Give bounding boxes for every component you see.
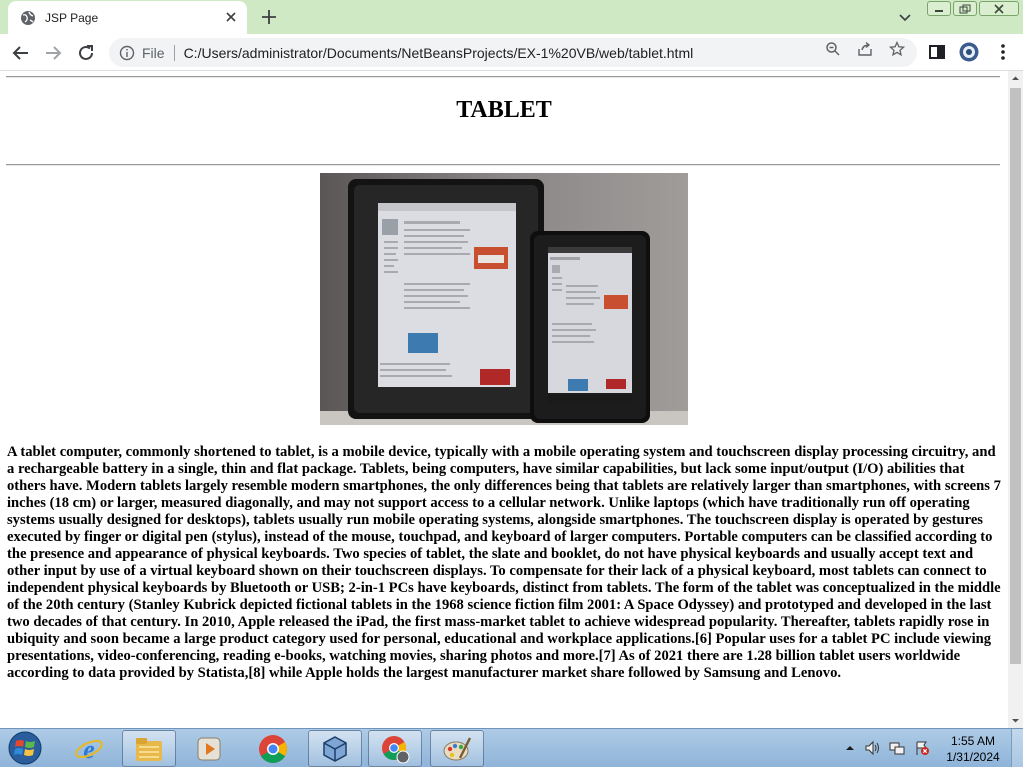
scroll-down-arrow-icon[interactable] [1008,713,1023,728]
windows-start-button[interactable] [5,730,45,767]
taskbar-app-paint[interactable] [430,730,484,767]
system-clock[interactable]: 1:55 AM 1/31/2024 [940,733,1006,765]
forward-arrow-icon[interactable] [43,43,63,63]
paint-icon [443,736,472,760]
scroll-up-arrow-icon[interactable] [1008,71,1023,86]
taskbar-app-media-player[interactable] [182,730,236,767]
bookmark-star-icon[interactable] [889,41,905,57]
info-icon[interactable] [119,45,135,61]
window-close-icon [994,3,1004,14]
scrollbar-thumb[interactable] [1010,88,1021,664]
window-controls [927,1,1019,16]
avatar[interactable] [959,42,979,62]
horizontal-rule [6,76,1000,78]
security-label: File [142,44,165,61]
system-tray [845,740,930,756]
plus-icon[interactable] [260,8,278,26]
article-paragraph: A tablet computer, commonly shortened to… [7,444,1001,681]
restore-icon [959,4,971,13]
tablet-photo [320,173,688,425]
tab-strip: JSP Page [0,0,1023,34]
taskbar-app-chrome-remote[interactable] [368,730,422,767]
taskbar-app-chrome[interactable] [246,730,300,767]
browser-toolbar: File C:/Users/administrator/Documents/Ne… [0,34,1023,71]
chevron-down-icon[interactable] [897,9,913,25]
network-icon[interactable] [889,740,905,756]
chrome-remote-icon [382,735,410,763]
side-panel-icon[interactable] [927,42,947,62]
svg-text:e: e [83,735,95,764]
window-close-button[interactable] [979,1,1019,16]
taskbar-app-internet-explorer[interactable]: e [62,730,116,767]
minimize-button[interactable] [927,1,951,16]
tab-title: JSP Page [45,10,99,25]
more-menu-icon[interactable] [993,42,1013,62]
url-text[interactable]: C:/Users/administrator/Documents/NetBean… [184,45,694,61]
clock-date: 1/31/2024 [946,750,1000,764]
clock-time: 1:55 AM [950,734,996,748]
reload-icon[interactable] [76,43,96,63]
show-desktop-button[interactable] [1011,729,1023,767]
show-hidden-icons-icon[interactable] [845,743,855,753]
volume-icon[interactable] [864,740,880,756]
internet-explorer-icon: e [75,735,103,764]
restore-button[interactable] [953,1,977,16]
back-arrow-icon[interactable] [11,43,31,63]
divider [173,44,175,61]
page-viewport: TABLET A tablet computer, commonly short… [0,71,1008,728]
file-explorer-icon [136,737,162,761]
tablet-illustration [320,173,688,425]
browser-tab[interactable]: JSP Page [8,1,247,34]
zoom-icon[interactable] [825,41,841,57]
taskbar-app-virtualbox[interactable] [308,730,362,767]
vertical-scrollbar[interactable] [1008,71,1023,728]
close-icon[interactable] [223,9,239,25]
minimize-icon [935,9,943,12]
action-center-flag-icon[interactable] [914,740,930,756]
taskbar-app-file-explorer[interactable] [122,730,176,767]
page-title: TABLET [456,97,552,123]
media-player-icon [197,737,221,760]
chrome-icon [259,734,287,763]
taskbar: e 1:55 AM 1/31/2024 [0,728,1023,767]
share-icon[interactable] [857,41,873,57]
horizontal-rule [6,164,1000,166]
globe-icon [21,10,35,25]
address-bar[interactable]: File C:/Users/administrator/Documents/Ne… [109,38,917,67]
virtualbox-icon [323,735,347,762]
